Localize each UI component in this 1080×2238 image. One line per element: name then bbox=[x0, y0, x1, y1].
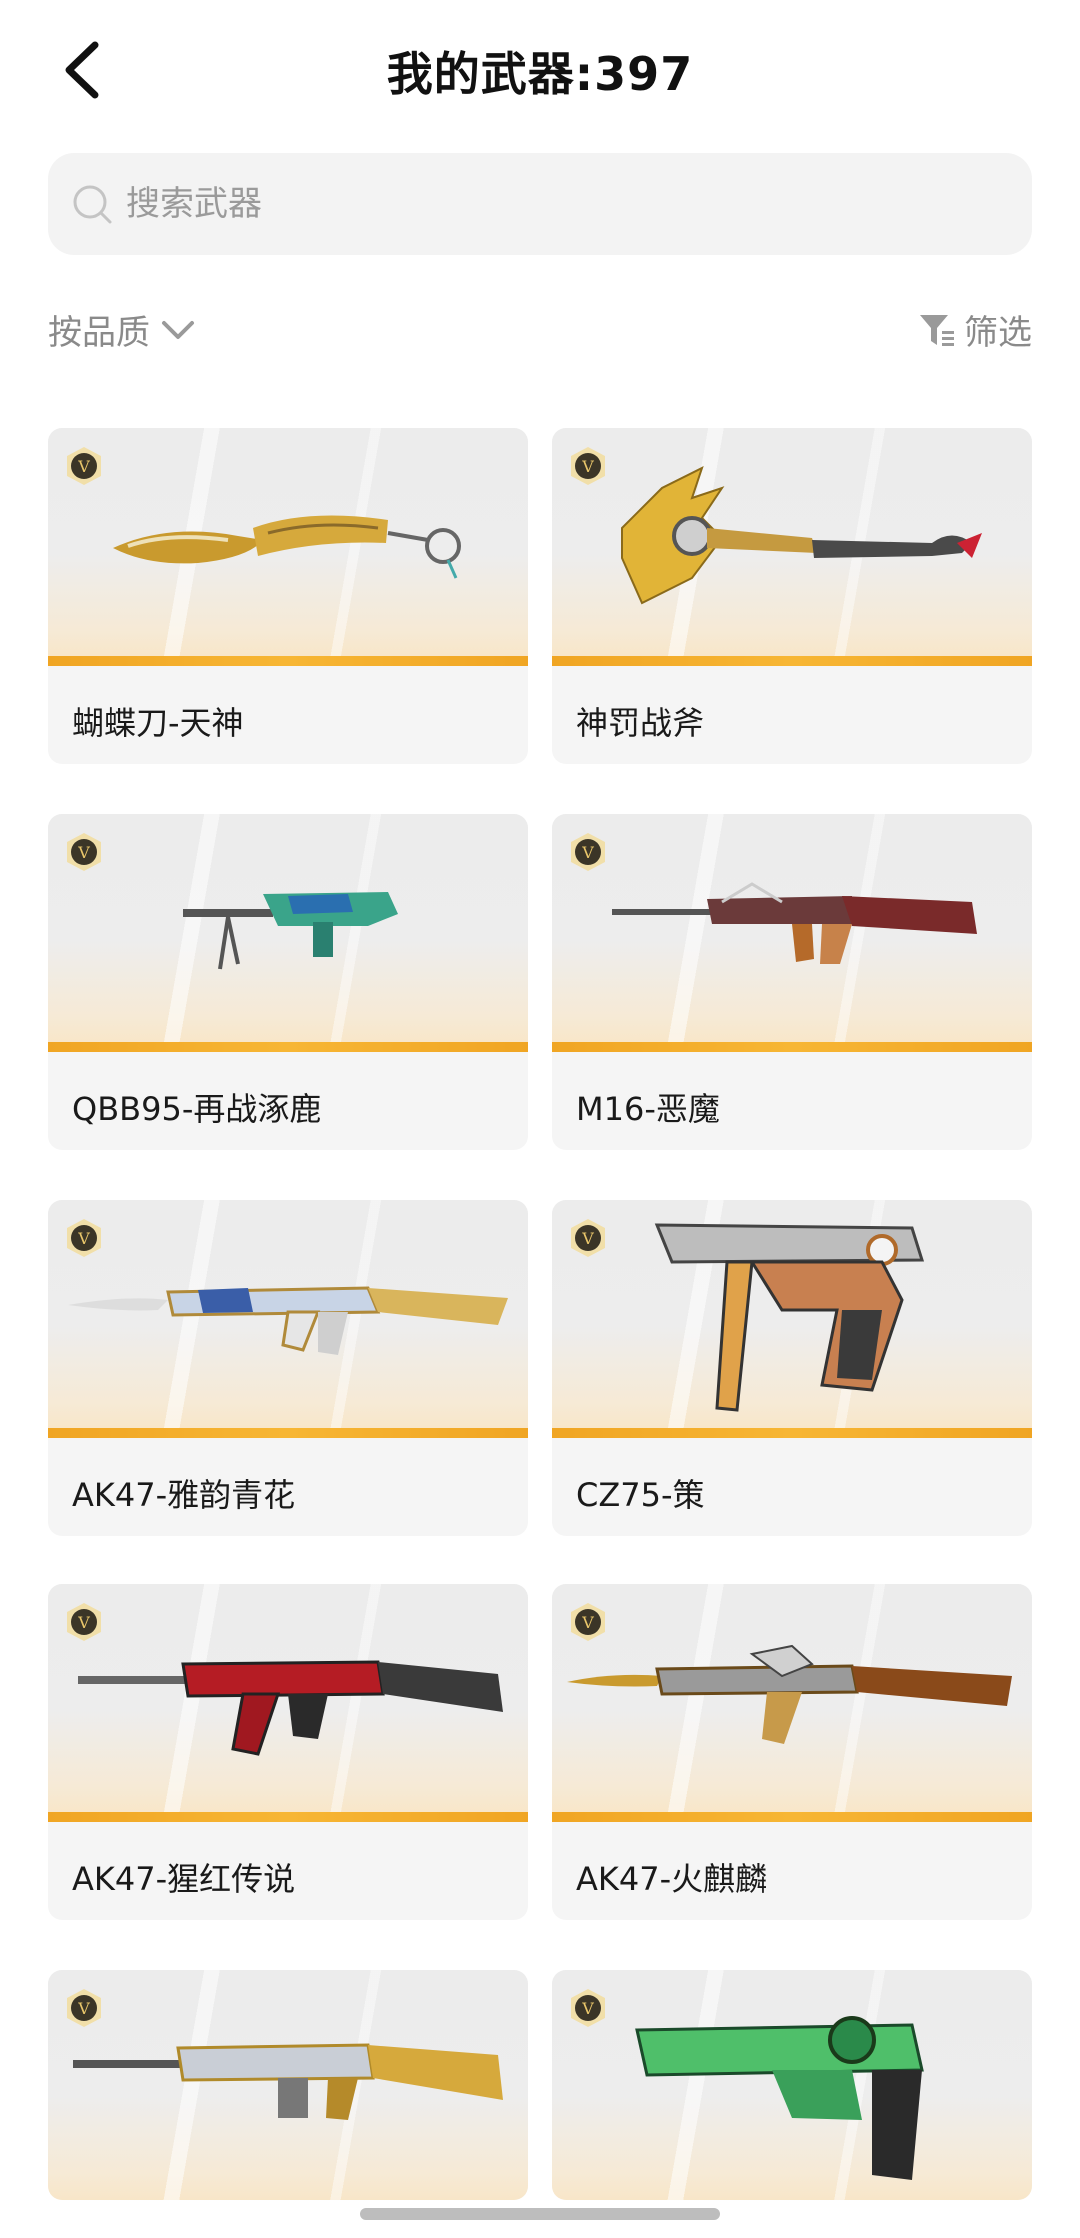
weapon-name: AK47-火麒麟 bbox=[576, 1860, 768, 1898]
pistol-icon bbox=[654, 1223, 925, 1412]
weapon-name: QBB95-再战涿鹿 bbox=[72, 1090, 322, 1128]
machine-gun-icon bbox=[183, 892, 398, 970]
battle-axe-icon bbox=[621, 466, 982, 605]
weapon-image-area: V bbox=[48, 1200, 528, 1430]
weapon-image-area: V bbox=[48, 1970, 528, 2200]
quality-badge-icon: V bbox=[571, 1219, 605, 1257]
page-title: 我的武器:397 bbox=[386, 47, 694, 101]
svg-text:V: V bbox=[581, 1613, 594, 1632]
filter-button[interactable]: 筛选 bbox=[918, 305, 1032, 354]
search-icon bbox=[73, 185, 112, 224]
rifle-ak47-icon bbox=[68, 1286, 508, 1355]
svg-text:V: V bbox=[77, 1999, 90, 2018]
weapon-name: 神罚战斧 bbox=[576, 704, 705, 742]
weapon-name: M16-恶魔 bbox=[576, 1090, 720, 1128]
quality-bar bbox=[552, 656, 1032, 666]
quality-badge-icon: V bbox=[571, 1603, 605, 1641]
quality-badge-icon: V bbox=[67, 447, 101, 485]
quality-bar bbox=[48, 1812, 528, 1822]
rifle-ak47-icon bbox=[567, 1644, 1012, 1744]
sort-dropdown[interactable]: 按品质 bbox=[48, 305, 196, 354]
weapon-card[interactable]: V AK47-猩红传说 bbox=[48, 1584, 528, 1920]
weapon-image-area: V bbox=[48, 1584, 528, 1814]
weapon-image-area: V bbox=[552, 1584, 1032, 1814]
weapon-image-area: V bbox=[552, 428, 1032, 658]
rifle-icon bbox=[73, 2043, 503, 2120]
home-indicator bbox=[360, 2208, 720, 2220]
svg-text:V: V bbox=[77, 1229, 90, 1248]
quality-bar bbox=[552, 1042, 1032, 1052]
weapon-card[interactable]: V bbox=[48, 1970, 528, 2200]
weapon-card[interactable]: V bbox=[552, 1970, 1032, 2200]
weapon-image-area: V bbox=[552, 814, 1032, 1044]
weapon-name: CZ75-策 bbox=[576, 1476, 705, 1514]
svg-text:V: V bbox=[581, 1229, 594, 1248]
weapon-card[interactable]: V CZ75-策 bbox=[552, 1200, 1032, 1536]
weapon-card[interactable]: V 神罚战斧 bbox=[552, 428, 1032, 764]
weapon-image-area: V bbox=[48, 428, 528, 658]
quality-badge-icon: V bbox=[67, 833, 101, 871]
filter-icon bbox=[920, 314, 954, 346]
weapon-card[interactable]: V M16-恶魔 bbox=[552, 814, 1032, 1150]
quality-bar bbox=[552, 1428, 1032, 1438]
weapon-card[interactable]: V AK47-火麒麟 bbox=[552, 1584, 1032, 1920]
filter-label: 筛选 bbox=[964, 313, 1032, 353]
svg-text:V: V bbox=[77, 843, 90, 862]
chevron-down-icon bbox=[162, 320, 194, 339]
quality-bar bbox=[48, 656, 528, 666]
svg-text:V: V bbox=[77, 1613, 90, 1632]
quality-badge-icon: V bbox=[571, 1989, 605, 2027]
weapon-image-area: V bbox=[552, 1970, 1032, 2200]
quality-badge-icon: V bbox=[67, 1603, 101, 1641]
quality-bar bbox=[552, 1812, 1032, 1822]
rifle-m16-icon bbox=[612, 882, 977, 964]
svg-text:V: V bbox=[77, 457, 90, 476]
quality-badge-icon: V bbox=[67, 1219, 101, 1257]
weapon-card[interactable]: V QBB95-再战涿鹿 bbox=[48, 814, 528, 1150]
weapon-image-area: V bbox=[48, 814, 528, 1044]
quality-badge-icon: V bbox=[571, 447, 605, 485]
svg-text:V: V bbox=[581, 1999, 594, 2018]
header: 我的武器:397 bbox=[0, 0, 1080, 140]
search-bar[interactable] bbox=[48, 153, 1032, 255]
weapon-image-area: V bbox=[552, 1200, 1032, 1430]
weapon-name: AK47-猩红传说 bbox=[72, 1860, 296, 1898]
weapon-name: AK47-雅韵青花 bbox=[72, 1476, 296, 1514]
weapon-card[interactable]: V AK47-雅韵青花 bbox=[48, 1200, 528, 1536]
quality-bar bbox=[48, 1428, 528, 1438]
weapon-name: 蝴蝶刀-天神 bbox=[72, 704, 244, 742]
svg-text:V: V bbox=[581, 843, 594, 862]
sort-label: 按品质 bbox=[48, 313, 150, 353]
quality-badge-icon: V bbox=[571, 833, 605, 871]
quality-badge-icon: V bbox=[67, 1989, 101, 2027]
search-input[interactable] bbox=[124, 183, 988, 225]
butterfly-knife-icon bbox=[113, 515, 461, 579]
pistol-icon bbox=[635, 2016, 924, 2180]
svg-text:V: V bbox=[581, 457, 594, 476]
quality-bar bbox=[48, 1042, 528, 1052]
weapon-card[interactable]: V 蝴蝶刀-天神 bbox=[48, 428, 528, 764]
rifle-ak47-icon bbox=[78, 1660, 503, 1756]
